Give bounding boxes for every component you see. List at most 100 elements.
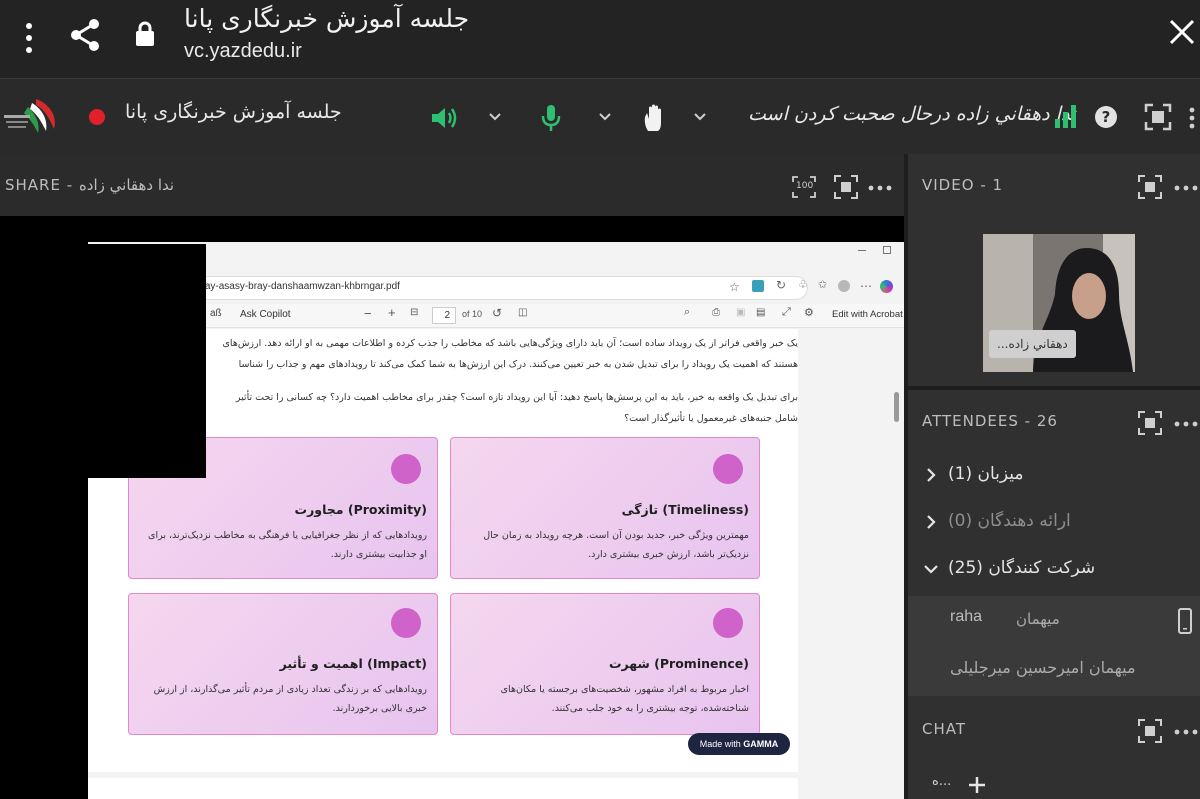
attendee-row[interactable]: raha میهمان (908, 596, 1200, 646)
page-url: vc.yazdedu.ir (184, 40, 302, 62)
page-title: جلسه آموزش خبرنگاری پانا (184, 4, 470, 33)
card-title: اهمیت و تأثیر (Impact) (279, 656, 427, 671)
extension-icon[interactable] (752, 280, 764, 292)
expand-icon[interactable]: ⤢ (782, 306, 791, 319)
chevron-down-icon[interactable] (488, 112, 502, 122)
more-horizontal-icon[interactable] (1174, 729, 1198, 735)
attendees-label: ATTENDEES - 26 (922, 412, 1058, 430)
meeting-title: جلسه آموزش خبرنگاری پانا (125, 101, 342, 123)
video-panel: VIDEO - 1 ...دهقاني زاده (908, 154, 1200, 386)
made-with-label: Made with (699, 739, 741, 749)
attendee-name: raha (950, 608, 983, 625)
fullscreen-icon[interactable] (1138, 175, 1162, 199)
card-body: مهمترین ویژگی خبر، جدید بودن آن است. هرچ… (483, 530, 749, 560)
attendees-title: ATTENDEES (922, 412, 1019, 430)
more-vertical-icon[interactable] (18, 20, 40, 56)
next-pdf-page (88, 778, 798, 799)
zoom-in-icon[interactable]: + (388, 305, 396, 320)
copilot-icon[interactable] (880, 280, 893, 293)
participant-video[interactable]: ...دهقاني زاده (983, 234, 1135, 372)
presenter-name: ندا دهقاني زاده (78, 176, 175, 194)
card-title: تازگی (Timeliness) (621, 502, 749, 517)
maximize-icon[interactable] (883, 246, 891, 254)
page-total: of 10 (462, 309, 483, 319)
fit-page-icon[interactable]: ⊟ (410, 307, 418, 318)
recording-indicator (89, 109, 105, 125)
made-with-gamma-badge[interactable]: Made with GAMMA (688, 733, 790, 755)
more-horizontal-icon[interactable] (1174, 185, 1198, 191)
speaker-icon[interactable] (430, 105, 458, 131)
page-number-input[interactable]: 2 (432, 307, 456, 324)
close-icon[interactable] (1168, 18, 1196, 46)
favorites-icon[interactable]: ✩ (818, 278, 827, 291)
add-icon[interactable] (968, 776, 986, 794)
chat-panel: CHAT ه... (908, 704, 1200, 799)
print-icon[interactable]: ⎙ (712, 307, 720, 318)
help-icon[interactable]: ? (1094, 105, 1118, 129)
refresh-icon[interactable]: ↻ (776, 278, 786, 292)
occlusion-box (0, 244, 206, 478)
group-presenters[interactable]: ارائه دهندگان (0) (918, 499, 1200, 545)
chevron-down-icon (924, 565, 938, 574)
raise-hand-icon[interactable] (642, 103, 668, 133)
attendee-role: میهمان (1016, 610, 1060, 628)
card-title: شهرت (Prominence) (608, 656, 749, 671)
pdf-toolbar: aß Ask Copilot − + ⊟ 2 of 10 ↺ ◫ ⌕ ⎙ ▣ ▤… (88, 304, 904, 328)
audio-level-icon (1054, 103, 1078, 129)
meeting-toolbar: جلسه آموزش خبرنگاری پانا ندا دهقاني زاده… (0, 78, 1200, 154)
chat-preview: ه... (932, 774, 952, 789)
clock-user-icon (713, 454, 743, 484)
rotate-icon[interactable]: ↺ (492, 306, 502, 320)
fullscreen-icon[interactable] (1138, 411, 1162, 435)
chevron-down-icon[interactable] (693, 112, 707, 122)
card-title: مجاورت (Proximity) (294, 502, 427, 517)
chevron-right-icon (927, 515, 936, 529)
video-count: - 1 (980, 176, 1004, 194)
minimize-icon[interactable] (858, 250, 866, 251)
star-icon[interactable]: ☆ (729, 280, 740, 294)
edit-with-acrobat-button[interactable]: Edit with Acrobat (832, 309, 903, 320)
page-view-icon[interactable]: ◫ (518, 307, 527, 318)
share-label: SHARE - ندا دهقاني زاده (5, 176, 174, 194)
card-body: رویدادهایی که از نظر جغرافیایی یا فرهنگی… (148, 530, 427, 560)
fullscreen-icon[interactable] (1138, 719, 1162, 743)
attendees-count: - 26 (1024, 412, 1058, 430)
search-icon[interactable]: ⌕ (684, 306, 690, 319)
group-participants[interactable]: شرکت کنندگان (25) (918, 546, 1200, 592)
map-pin-icon (391, 454, 421, 484)
share-title: SHARE (5, 176, 61, 194)
gamma-label: GAMMA (743, 739, 779, 749)
more-vertical-icon[interactable] (1188, 107, 1196, 129)
ask-copilot-button[interactable]: Ask Copilot (240, 309, 291, 320)
scrollbar-thumb[interactable] (894, 392, 899, 422)
browser-top-bar: جلسه آموزش خبرنگاری پانا vc.yazdedu.ir (0, 0, 1200, 78)
card-prominence: شهرت (Prominence) اخبار مربوط به افراد م… (450, 593, 760, 735)
chevron-down-icon[interactable] (598, 112, 612, 122)
lock-icon (134, 20, 156, 48)
card-timeliness: تازگی (Timeliness) مهمترین ویژگی خبر، جد… (450, 437, 760, 579)
group-hosts[interactable]: میزبان (1) (918, 452, 1200, 498)
profile-avatar[interactable] (838, 280, 850, 292)
card-impact: اهمیت و تأثیر (Impact) رویدادهایی که بر … (128, 593, 438, 735)
share-icon[interactable] (70, 18, 100, 52)
fullscreen-icon[interactable] (1144, 103, 1172, 131)
settings-icon[interactable]: ⚙ (804, 306, 814, 319)
save-icon[interactable]: ▣ (736, 307, 745, 318)
chat-title: CHAT (922, 720, 967, 738)
group-label: میزبان (1) (948, 464, 1024, 484)
attendee-row[interactable]: میهمان امیرحسین میرجلیلی (908, 646, 1200, 696)
zoom-100-icon[interactable]: 100 (792, 176, 816, 198)
read-aloud-icon[interactable]: aß (210, 308, 222, 319)
chevron-right-icon (927, 468, 936, 482)
mobile-device-icon (1178, 608, 1192, 634)
more-horizontal-icon[interactable] (1174, 421, 1198, 427)
share-panel-header: SHARE - ندا دهقاني زاده 100 (0, 154, 904, 216)
more-horizontal-icon[interactable]: … (860, 276, 872, 290)
save-as-icon[interactable]: ▤ (756, 307, 765, 318)
group-label: ارائه دهندگان (0) (948, 511, 1071, 531)
microphone-icon[interactable] (540, 103, 562, 133)
fullscreen-icon[interactable] (834, 175, 858, 199)
extension-icon[interactable]: ♧ (798, 278, 808, 291)
more-horizontal-icon[interactable] (868, 185, 892, 191)
zoom-out-icon[interactable]: − (364, 306, 372, 321)
